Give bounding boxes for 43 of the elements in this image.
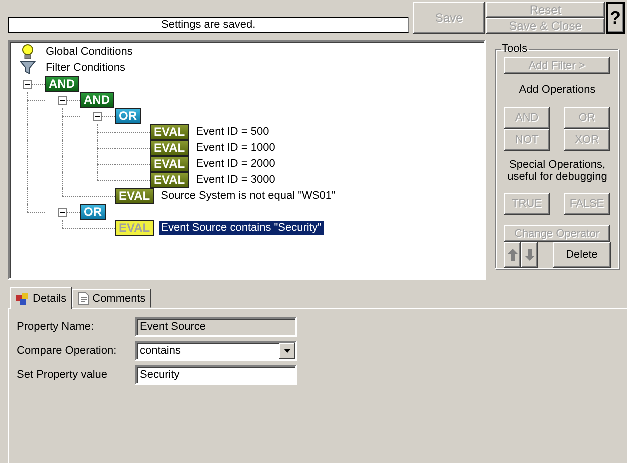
tree-item-label[interactable]: Source System is not equal "WS01" bbox=[159, 189, 338, 203]
property-value-field[interactable]: Security bbox=[135, 365, 297, 385]
eval-badge[interactable]: EVAL bbox=[150, 140, 190, 156]
eval-badge[interactable]: EVAL bbox=[150, 156, 190, 172]
eval-badge[interactable]: EVAL bbox=[150, 172, 190, 188]
operator-node[interactable]: OR bbox=[115, 108, 141, 124]
eval-badge[interactable]: EVAL bbox=[115, 188, 154, 204]
tree-item-label[interactable]: Event ID = 2000 bbox=[194, 157, 278, 171]
status-field: Settings are saved. bbox=[8, 17, 410, 33]
dropdown-arrow-icon bbox=[284, 349, 290, 353]
tree-item-label[interactable]: Filter Conditions bbox=[44, 61, 128, 75]
operator-node[interactable]: AND bbox=[80, 92, 114, 108]
collapse-icon[interactable] bbox=[58, 96, 66, 104]
collapse-icon[interactable] bbox=[58, 208, 66, 216]
delete-button[interactable]: Delete bbox=[553, 242, 611, 268]
help-button[interactable]: ? bbox=[606, 2, 625, 34]
field-label: Property Name: bbox=[17, 321, 96, 333]
eval-badge[interactable]: EVAL bbox=[150, 124, 190, 140]
down-arrow-icon bbox=[524, 248, 534, 262]
tab[interactable]: Comments bbox=[72, 289, 151, 308]
move-down-button[interactable] bbox=[521, 242, 538, 268]
tree-item-label[interactable]: Event ID = 1000 bbox=[194, 141, 278, 155]
section-caption: Add Operations bbox=[518, 84, 597, 96]
field-label: Compare Operation: bbox=[17, 345, 118, 357]
operator-node[interactable]: AND bbox=[45, 76, 79, 92]
tree-item-label[interactable]: Global Conditions bbox=[44, 45, 135, 59]
tree-item-label[interactable]: Event ID = 3000 bbox=[194, 173, 278, 187]
group-title: Tools bbox=[501, 44, 529, 55]
field-label: Set Property value bbox=[17, 369, 108, 381]
tree-item-label[interactable]: Event Source contains "Security" bbox=[159, 221, 324, 235]
property-name-field: Event Source bbox=[135, 317, 297, 337]
collapse-icon[interactable] bbox=[22, 80, 32, 88]
operator-node[interactable]: OR bbox=[80, 204, 106, 220]
document-icon bbox=[76, 292, 91, 306]
funnel-icon bbox=[18, 60, 36, 76]
move-up-button[interactable] bbox=[504, 242, 521, 268]
collapse-icon[interactable] bbox=[92, 112, 102, 120]
cubes-icon bbox=[15, 292, 31, 306]
section-caption: Special Operations, useful for debugging bbox=[506, 159, 608, 183]
tab[interactable]: Details bbox=[10, 287, 72, 309]
compare-operation-dropdown[interactable]: contains bbox=[135, 341, 297, 361]
up-arrow-icon bbox=[508, 248, 518, 262]
tree-item-label[interactable]: Event ID = 500 bbox=[194, 125, 272, 139]
